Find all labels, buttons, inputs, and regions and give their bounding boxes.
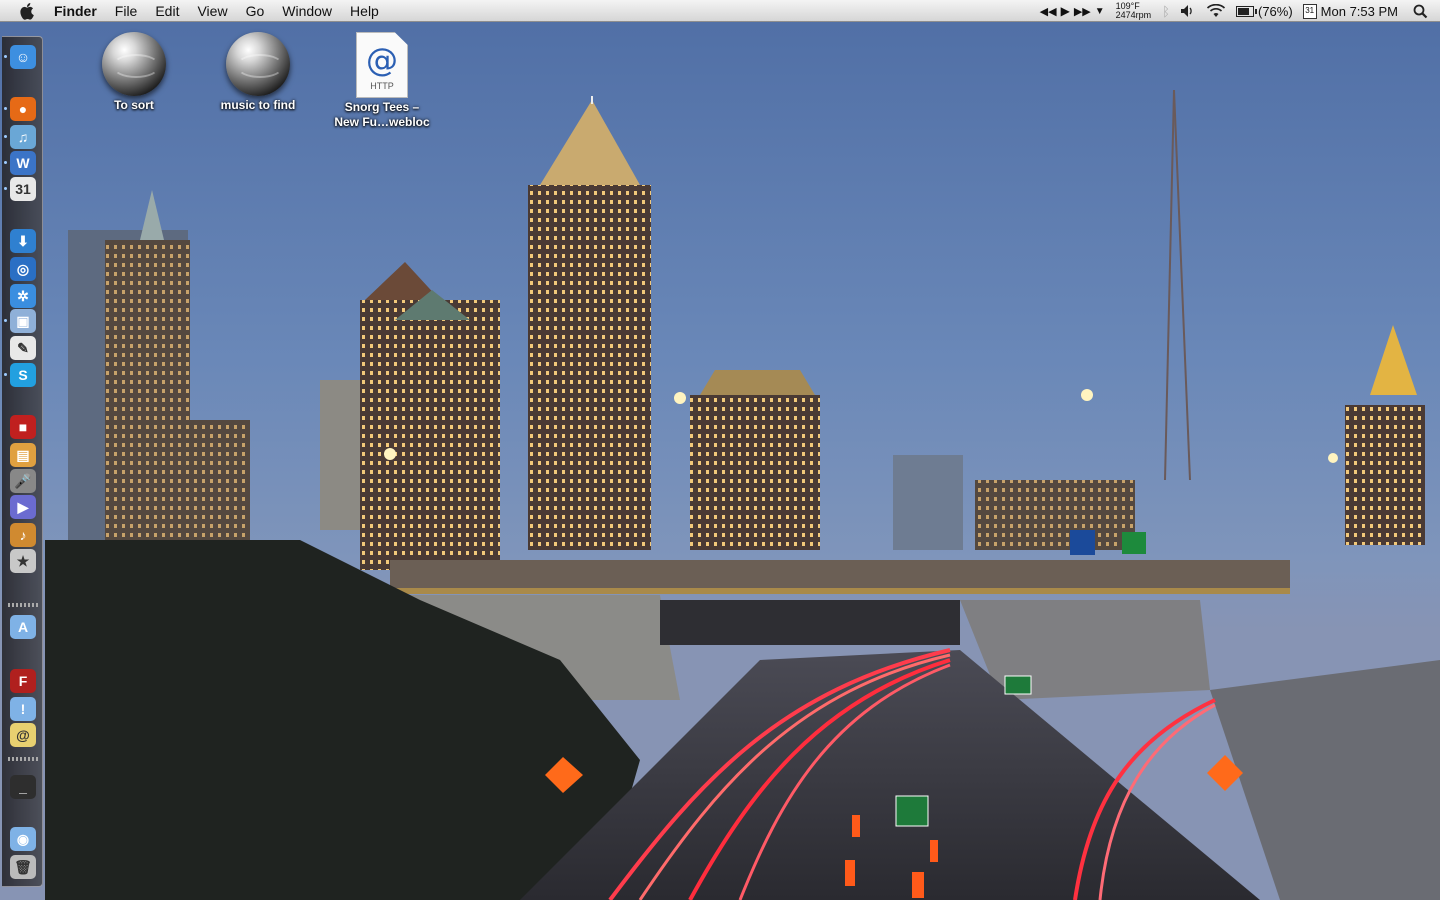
dock-separator[interactable] — [8, 757, 38, 761]
menu-edit[interactable]: Edit — [146, 0, 188, 22]
battery-level-fill — [1237, 7, 1249, 15]
menu-window[interactable]: Window — [273, 0, 341, 22]
globe-icon — [102, 32, 166, 96]
fast-forward-icon[interactable]: ▶▶ — [1074, 5, 1091, 18]
applications-folder-icon[interactable]: A — [10, 615, 36, 639]
flash-icon[interactable]: F — [10, 669, 36, 693]
desktop-icon-label: Snorg Tees – New Fu…webloc — [334, 100, 430, 129]
battery-status[interactable]: (76%) — [1231, 0, 1298, 22]
safari-icon[interactable]: ✲ — [10, 284, 36, 308]
microphone-icon[interactable]: 🎤 — [10, 469, 36, 493]
running-indicator — [4, 187, 7, 190]
clock-time: Mon 7:53 PM — [1320, 3, 1398, 19]
apple-menu-icon[interactable] — [18, 1, 38, 21]
desktop-wallpaper — [0, 0, 1440, 900]
desktop-icon-webloc[interactable]: @ HTTP Snorg Tees – New Fu…webloc — [322, 32, 442, 130]
garageband-icon[interactable]: ♪ — [10, 523, 36, 547]
running-indicator — [4, 319, 7, 322]
rewind-icon[interactable]: ◀◀ — [1040, 5, 1057, 18]
city-skyline-image — [45, 89, 1440, 900]
finder-icon[interactable]: ☺ — [10, 45, 36, 69]
firefox-icon[interactable]: ● — [10, 97, 36, 121]
alert-folder-icon[interactable]: ! — [10, 697, 36, 721]
battery-percent: (76%) — [1257, 3, 1293, 19]
menu-file[interactable]: File — [106, 0, 147, 22]
at-sign-icon: @ — [366, 41, 398, 79]
terminal-icon[interactable]: _ — [10, 775, 36, 799]
app-menu-finder[interactable]: Finder — [52, 0, 106, 22]
download-icon[interactable]: ⬇ — [10, 229, 36, 253]
itunes-icon[interactable]: ♫ — [10, 125, 36, 149]
play-icon[interactable]: ▶ — [1061, 4, 1070, 18]
running-indicator — [4, 161, 7, 164]
http-badge: HTTP — [370, 81, 394, 91]
running-indicator — [4, 107, 7, 110]
clock[interactable]: 31 Mon 7:53 PM — [1298, 0, 1403, 22]
iphoto-icon[interactable]: ▤ — [10, 443, 36, 467]
documents-folder-icon[interactable]: ◉ — [10, 827, 36, 851]
menu-view[interactable]: View — [188, 0, 236, 22]
textedit-icon[interactable]: ✎ — [10, 336, 36, 360]
mail-icon[interactable]: @ — [10, 723, 36, 747]
photo-booth-icon[interactable]: ■ — [10, 415, 36, 439]
imovie-icon[interactable]: ▶ — [10, 495, 36, 519]
fan-speed-readout: 2474rpm — [1115, 10, 1152, 20]
word-icon[interactable]: W — [10, 151, 36, 175]
temperature-monitor[interactable]: 109°F 2474rpm — [1116, 2, 1152, 20]
imovie-star-icon[interactable]: ★ — [10, 549, 36, 573]
menu-bar: Finder File Edit View Go Window Help ◀◀ … — [0, 0, 1440, 22]
network-icon[interactable]: ◎ — [10, 257, 36, 281]
wifi-icon[interactable] — [1201, 0, 1231, 22]
trash-icon[interactable]: 🗑 — [10, 855, 36, 879]
running-indicator — [4, 135, 7, 138]
globe-icon — [226, 32, 290, 96]
dock-separator[interactable] — [8, 603, 38, 607]
calendar-icon: 31 — [1302, 3, 1317, 19]
media-controls: ◀◀ ▶ ▶▶ ▼ — [1035, 0, 1110, 22]
desktop-icon-music-to-find[interactable]: music to find — [198, 32, 318, 113]
desktop-icon-label: music to find — [220, 98, 296, 112]
chevron-down-icon[interactable]: ▼ — [1095, 6, 1105, 17]
webloc-file-icon: @ HTTP — [356, 32, 408, 98]
ical-icon[interactable]: 31 — [10, 177, 36, 201]
dock: ☺ ● ♫ W 31 ⬇ ◎ ✲ ▣ ✎ S ■ ▤ 🎤 ▶ ♪ ★ A F! @ _ ◉ 🗑 — [2, 36, 43, 887]
menu-go[interactable]: Go — [237, 0, 274, 22]
spotlight-search-icon[interactable] — [1403, 0, 1440, 22]
running-indicator — [4, 55, 7, 58]
battery-icon — [1235, 5, 1257, 17]
volume-icon[interactable] — [1175, 0, 1201, 22]
menu-extras: ◀◀ ▶ ▶▶ ▼ 109°F 2474rpm ᛒ (76%) 31 Mon 7… — [1035, 0, 1440, 22]
skype-icon[interactable]: S — [10, 363, 36, 387]
bluetooth-icon[interactable]: ᛒ — [1157, 0, 1175, 22]
desktop-icon-label: To sort — [114, 98, 154, 112]
preview-icon[interactable]: ▣ — [10, 309, 36, 333]
running-indicator — [4, 373, 7, 376]
desktop-icon-to-sort[interactable]: To sort — [74, 32, 194, 113]
menu-help[interactable]: Help — [341, 0, 388, 22]
